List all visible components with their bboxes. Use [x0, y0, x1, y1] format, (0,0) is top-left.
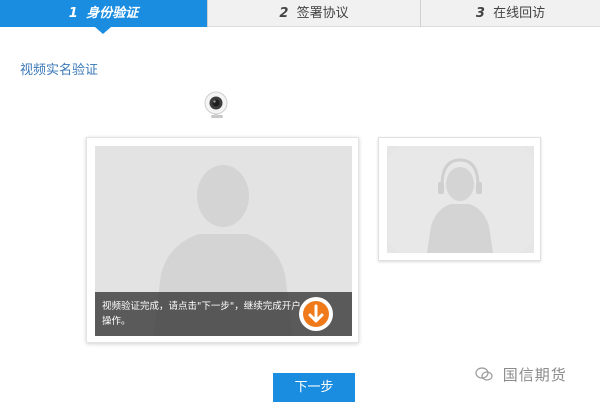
- agent-video-area: [387, 146, 534, 253]
- download-arrow-icon[interactable]: [299, 297, 333, 331]
- step-label: 在线回访: [493, 6, 546, 21]
- next-step-button[interactable]: 下一步: [273, 373, 355, 402]
- step-number: 3: [475, 6, 485, 21]
- video-status-overlay: 视频验证完成，请点击"下一步"，继续完成开户操作。: [95, 292, 352, 336]
- webcam-icon: [200, 90, 232, 122]
- step-number: 1: [68, 6, 78, 21]
- watermark: 国信期货: [475, 364, 567, 385]
- step-identity-verification: 1 身份验证: [0, 0, 207, 27]
- headset-agent-silhouette-icon: [387, 146, 534, 253]
- step-online-revisit: 3 在线回访: [420, 0, 600, 27]
- verification-complete-message: 视频验证完成，请点击"下一步"，继续完成开户操作。: [102, 301, 301, 327]
- step-label: 签署协议: [296, 6, 349, 21]
- active-step-pointer: [95, 27, 111, 34]
- video-area: 视频验证完成，请点击"下一步"，继续完成开户操作。: [95, 146, 352, 336]
- step-sign-agreement: 2 签署协议: [207, 0, 420, 27]
- video-preview-frame: 视频验证完成，请点击"下一步"，继续完成开户操作。: [86, 137, 359, 343]
- step-number: 2: [279, 6, 289, 21]
- step-progress-bar: 1 身份验证 2 签署协议 3 在线回访: [0, 0, 600, 34]
- watermark-text: 国信期货: [502, 366, 567, 384]
- page-title: 视频实名验证: [20, 63, 99, 78]
- agent-video-thumbnail: [378, 137, 541, 261]
- step-label: 身份验证: [86, 6, 139, 21]
- wechat-icon: [475, 366, 493, 385]
